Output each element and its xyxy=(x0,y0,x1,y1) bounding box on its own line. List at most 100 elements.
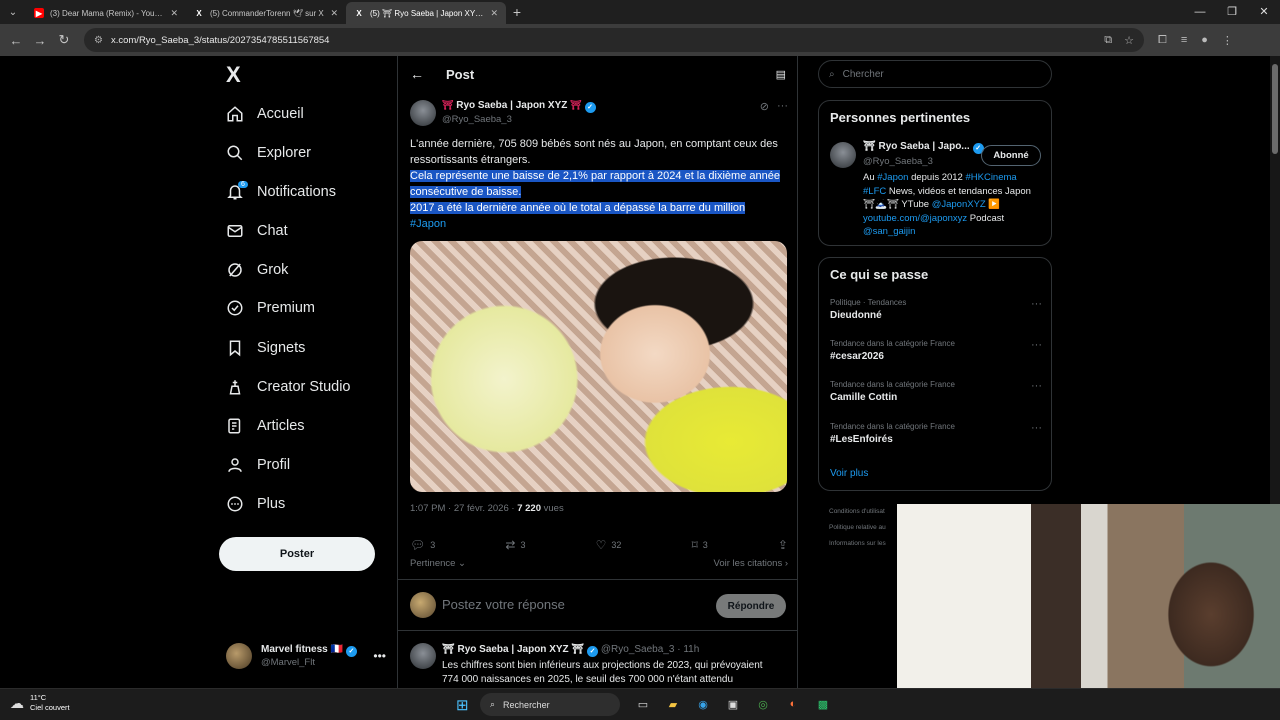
firefox-icon[interactable]: ◐ xyxy=(784,695,802,713)
scrollbar-thumb[interactable] xyxy=(1272,64,1278,154)
footer-link[interactable]: Politique relative au xyxy=(829,520,886,536)
back-arrow-icon[interactable]: ← xyxy=(410,66,424,82)
extensions-icon[interactable]: ⧠ xyxy=(1158,34,1167,47)
trend-item[interactable]: Tendance dans la catégorie France Camill… xyxy=(830,380,1042,403)
app-icon[interactable]: ▩ xyxy=(814,695,832,713)
grok-icon[interactable]: ⊘ xyxy=(760,100,769,113)
footer-link[interactable]: Conditions d'utilisat xyxy=(829,504,886,520)
store-icon[interactable]: ▣ xyxy=(724,695,742,713)
author-handle[interactable]: @Ryo_Saeba_3 xyxy=(442,114,512,125)
trend-item[interactable]: Tendance dans la catégorie France #cesar… xyxy=(830,339,1042,362)
trend-item[interactable]: Tendance dans la catégorie France #LesEn… xyxy=(830,422,1042,445)
reply-button[interactable]: Répondre xyxy=(716,594,786,618)
task-view-icon[interactable]: ▭ xyxy=(634,695,652,713)
sidebar-item-profil[interactable]: Profil xyxy=(226,450,290,480)
sidebar-item-label: Plus xyxy=(257,496,286,512)
tab-search-icon[interactable]: ⌄ xyxy=(0,0,26,24)
account-switcher[interactable]: Marvel fitness 🇫🇷 ✓ @Marvel_Flt ••• xyxy=(226,643,386,669)
weather-widget[interactable]: ☁ 11°C Ciel couvert xyxy=(10,693,70,713)
maximize-icon[interactable]: ❐ xyxy=(1216,0,1248,24)
url-input[interactable]: ⚙ x.com/Ryo_Saeba_3/status/2027354785511… xyxy=(84,28,1144,52)
post-button[interactable]: Poster xyxy=(219,537,375,571)
minimize-icon[interactable]: — xyxy=(1184,0,1216,24)
footer-links: Conditions d'utilisat Politique relative… xyxy=(829,504,886,552)
sort-dropdown[interactable]: Pertinence ⌄ xyxy=(410,558,466,569)
follow-button[interactable]: Abonné xyxy=(981,145,1041,166)
sidebar-item-grok[interactable]: Grok xyxy=(226,255,288,285)
author-handle[interactable]: @Ryo_Saeba_3 xyxy=(863,156,933,167)
sidebar-item-plus[interactable]: Plus xyxy=(226,489,285,519)
tweet-text: L'année dernière, 705 809 bébés sont nés… xyxy=(410,136,788,232)
close-window-icon[interactable]: ✕ xyxy=(1248,0,1280,24)
reader-mode-icon[interactable]: ▤ xyxy=(776,68,786,81)
quotes-link[interactable]: Voir les citations › xyxy=(714,558,788,569)
weather-desc: Ciel couvert xyxy=(30,703,70,712)
reload-icon[interactable]: ↻ xyxy=(52,32,76,48)
back-icon[interactable]: ← xyxy=(4,33,28,48)
avatar[interactable] xyxy=(410,100,436,126)
author-name[interactable]: ⛩ Ryo Saeba | Japon XYZ ⛩ ✓ xyxy=(442,100,596,113)
more-icon[interactable]: ••• xyxy=(373,649,386,663)
media-icon[interactable]: ≡ xyxy=(1181,34,1187,47)
sidebar-item-creator-studio[interactable]: Creator Studio xyxy=(226,372,351,402)
sidebar-item-premium[interactable]: Premium xyxy=(226,293,315,323)
footer-link[interactable]: Informations sur les xyxy=(829,536,886,552)
site-info-icon[interactable]: ⚙ xyxy=(94,35,103,46)
tweet-line-selected: 2017 a été la dernière année où le total… xyxy=(410,202,746,214)
sidebar-item-explorer[interactable]: Explorer xyxy=(226,138,311,168)
avatar[interactable] xyxy=(830,142,856,168)
share-action[interactable]: ⇪ xyxy=(778,536,788,554)
see-more-link[interactable]: Voir plus xyxy=(830,468,868,479)
like-action[interactable]: ♡ 32 xyxy=(596,536,622,554)
avatar[interactable] xyxy=(410,643,436,669)
file-explorer-icon[interactable]: ▰ xyxy=(664,695,682,713)
menu-icon[interactable]: ⋮ xyxy=(1222,34,1233,47)
close-tab-icon[interactable]: ✕ xyxy=(490,8,498,19)
browser-tab[interactable]: ▶ (3) Dear Mama (Remix) - YouTube ✕ xyxy=(26,2,186,24)
bookmark-star-icon[interactable]: ☆ xyxy=(1124,34,1134,47)
sidebar-item-label: Explorer xyxy=(257,145,311,161)
forward-icon[interactable]: → xyxy=(28,33,52,48)
more-icon[interactable]: ··· xyxy=(1031,298,1042,310)
reply-sort-row: Pertinence ⌄ Voir les citations › xyxy=(410,558,788,569)
repost-action[interactable]: ⇄ 3 xyxy=(505,536,525,554)
sidebar-item-notifications[interactable]: 6 Notifications xyxy=(226,177,336,207)
post-header: ← Post ▤ xyxy=(398,56,798,92)
new-tab-button[interactable]: + xyxy=(506,4,528,20)
trend-item[interactable]: Politique · Tendances Dieudonné ··· xyxy=(830,298,1042,321)
sidebar-item-signets[interactable]: Signets xyxy=(226,333,305,363)
trend-name: #LesEnfoirés xyxy=(830,434,893,445)
profile-icon xyxy=(226,456,244,474)
windows-start-icon[interactable]: ⊞ xyxy=(456,696,469,714)
more-icon[interactable]: ··· xyxy=(1031,422,1042,434)
verified-icon: ✓ xyxy=(345,646,357,657)
sidebar-item-accueil[interactable]: Accueil xyxy=(226,99,304,129)
chrome-icon[interactable]: ◎ xyxy=(754,695,772,713)
close-tab-icon[interactable]: ✕ xyxy=(170,8,178,19)
author-name[interactable]: ⛩ Ryo Saeba | Japo... ✓ xyxy=(863,141,984,154)
edge-icon[interactable]: ◉ xyxy=(694,695,712,713)
reply-action[interactable]: 💬︎ 3 xyxy=(410,536,435,554)
more-icon[interactable]: ··· xyxy=(777,100,788,113)
sidebar-item-articles[interactable]: Articles xyxy=(226,411,305,441)
reply-input[interactable]: Postez votre réponse xyxy=(442,597,565,612)
browser-tab-active[interactable]: X (5) ⛩ Ryo Saeba | Japon XYZ ⛩ ✕ xyxy=(346,2,506,24)
profile-icon[interactable]: ● xyxy=(1201,34,1208,47)
account-handle: @Marvel_Flt xyxy=(261,657,315,668)
view-count: 7 220 xyxy=(517,503,541,514)
more-icon[interactable]: ··· xyxy=(1031,380,1042,392)
sidebar-item-label: Accueil xyxy=(257,106,304,122)
taskbar-search[interactable]: ⌕ Rechercher xyxy=(480,693,620,716)
more-icon[interactable]: ··· xyxy=(1031,339,1042,351)
grok-icon xyxy=(226,261,244,279)
browser-tab[interactable]: X (5) CommanderTorenn 🕊 sur X ✕ xyxy=(186,2,346,24)
install-app-icon[interactable]: ⧉ xyxy=(1104,34,1112,47)
hashtag-link[interactable]: #Japon xyxy=(410,216,788,232)
author-name[interactable]: ⛩ Ryo Saeba | Japon XYZ ⛩ ✓ @Ryo_Saeba_3 … xyxy=(442,644,699,657)
search-input[interactable]: ⌕ Chercher xyxy=(818,60,1052,88)
tweet-image-baby[interactable] xyxy=(410,241,787,492)
sidebar-item-chat[interactable]: Chat xyxy=(226,216,288,246)
x-logo-icon[interactable]: X xyxy=(226,62,241,88)
close-tab-icon[interactable]: ✕ xyxy=(330,8,338,19)
bookmark-action[interactable]: ⌑ 3 xyxy=(692,536,708,554)
